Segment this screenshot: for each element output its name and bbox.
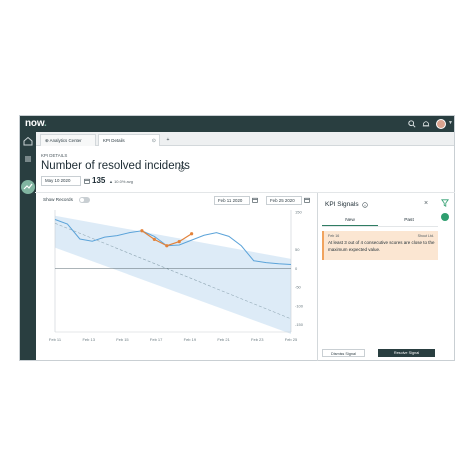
start-date-field[interactable]: Feb 11 2020 [214,196,250,205]
show-records-toggle[interactable] [79,197,90,203]
tab-analytics-center[interactable]: ⊕ Analytics Center [40,134,96,146]
y-tick-label: -150 [295,322,304,327]
x-tick-label: Feb 23 [251,337,264,342]
notification-bell-icon[interactable] [422,120,430,128]
x-tick-label: Feb 25 [285,337,298,342]
kpi-value: 135 [92,176,106,185]
kpi-chart: 150 50 0 -50 -100 -150 Feb 11 Feb 13 Feb 15 Feb 1… [49,210,304,343]
globe-icon: ⊕ [45,138,49,143]
signal-point [177,240,181,244]
tab-new[interactable]: New [322,216,378,225]
signal-description: At least 3 out of 4 consecutive scores a… [328,240,435,252]
signals-tab-divider [322,226,438,227]
kpi-details-label: KPI DETAILS [41,153,68,158]
x-tick-label: Feb 19 [184,337,197,342]
search-icon[interactable] [408,120,416,128]
x-tick-label: Feb 15 [116,337,129,342]
kpi-signals-title: KPI Signals [325,201,359,208]
tab-past[interactable]: Past [380,216,438,225]
signal-point [152,237,156,241]
signal-tag: Shout Ltd. [417,234,434,238]
chevron-down-icon[interactable]: ▼ [448,120,453,126]
start-date-calendar-icon[interactable] [252,197,258,203]
left-rail [20,132,36,360]
home-icon[interactable] [23,136,33,146]
x-tick-label: Feb 13 [82,337,95,342]
panel-divider [317,193,318,361]
page-title: Number of resolved incidents [41,160,190,172]
y-tick-label: 0 [295,266,298,271]
signals-info-icon[interactable] [362,202,368,208]
signal-point [165,244,169,248]
tab-close-icon[interactable]: ⊙ [152,135,156,147]
signal-point [190,232,194,236]
header-divider [35,192,455,193]
info-icon[interactable] [178,165,185,172]
x-tick-label: Feb 11 [49,337,62,342]
signal-date: Feb 16 [328,234,340,238]
new-signal-badge-icon [441,213,449,221]
tab-bar: ⊕ Analytics Center KPI Details ⊙ + [36,132,454,146]
expected-range-band [55,215,291,334]
signal-point [140,229,144,233]
servicenow-logo[interactable]: now. [25,118,47,130]
x-tick-label: Feb 21 [217,337,230,342]
add-tab-button[interactable]: + [161,134,175,146]
kpi-delta: ▲ 10.0% avg [109,179,133,184]
analytics-nav-icon[interactable] [21,180,35,194]
active-tab-indicator [322,225,378,226]
tab-kpi-details[interactable]: KPI Details ⊙ [98,134,160,146]
show-records-label: Show Records [43,197,73,202]
calendar-icon[interactable] [84,178,90,184]
filter-icon[interactable] [441,199,449,207]
end-date-field[interactable]: Feb 25 2020 [266,196,302,205]
y-tick-label: 150 [295,210,302,215]
y-tick-label: 50 [295,247,300,252]
signal-card[interactable]: Feb 16 Shout Ltd. At least 3 out of 4 co… [322,231,438,260]
dismiss-signal-button[interactable]: Dismiss Signal [322,349,365,357]
top-bar: now. ▼ [20,116,454,132]
y-tick-label: -100 [295,303,304,308]
close-icon[interactable]: × [424,200,428,207]
end-date-calendar-icon[interactable] [304,197,310,203]
list-icon[interactable] [23,154,33,164]
resolve-signal-button[interactable]: Resolve Signal [378,349,435,357]
x-tick-label: Feb 17 [150,337,163,342]
date-selector[interactable]: May 10 2020 [41,176,81,186]
user-avatar[interactable] [436,119,446,129]
y-tick-label: -50 [295,285,302,290]
